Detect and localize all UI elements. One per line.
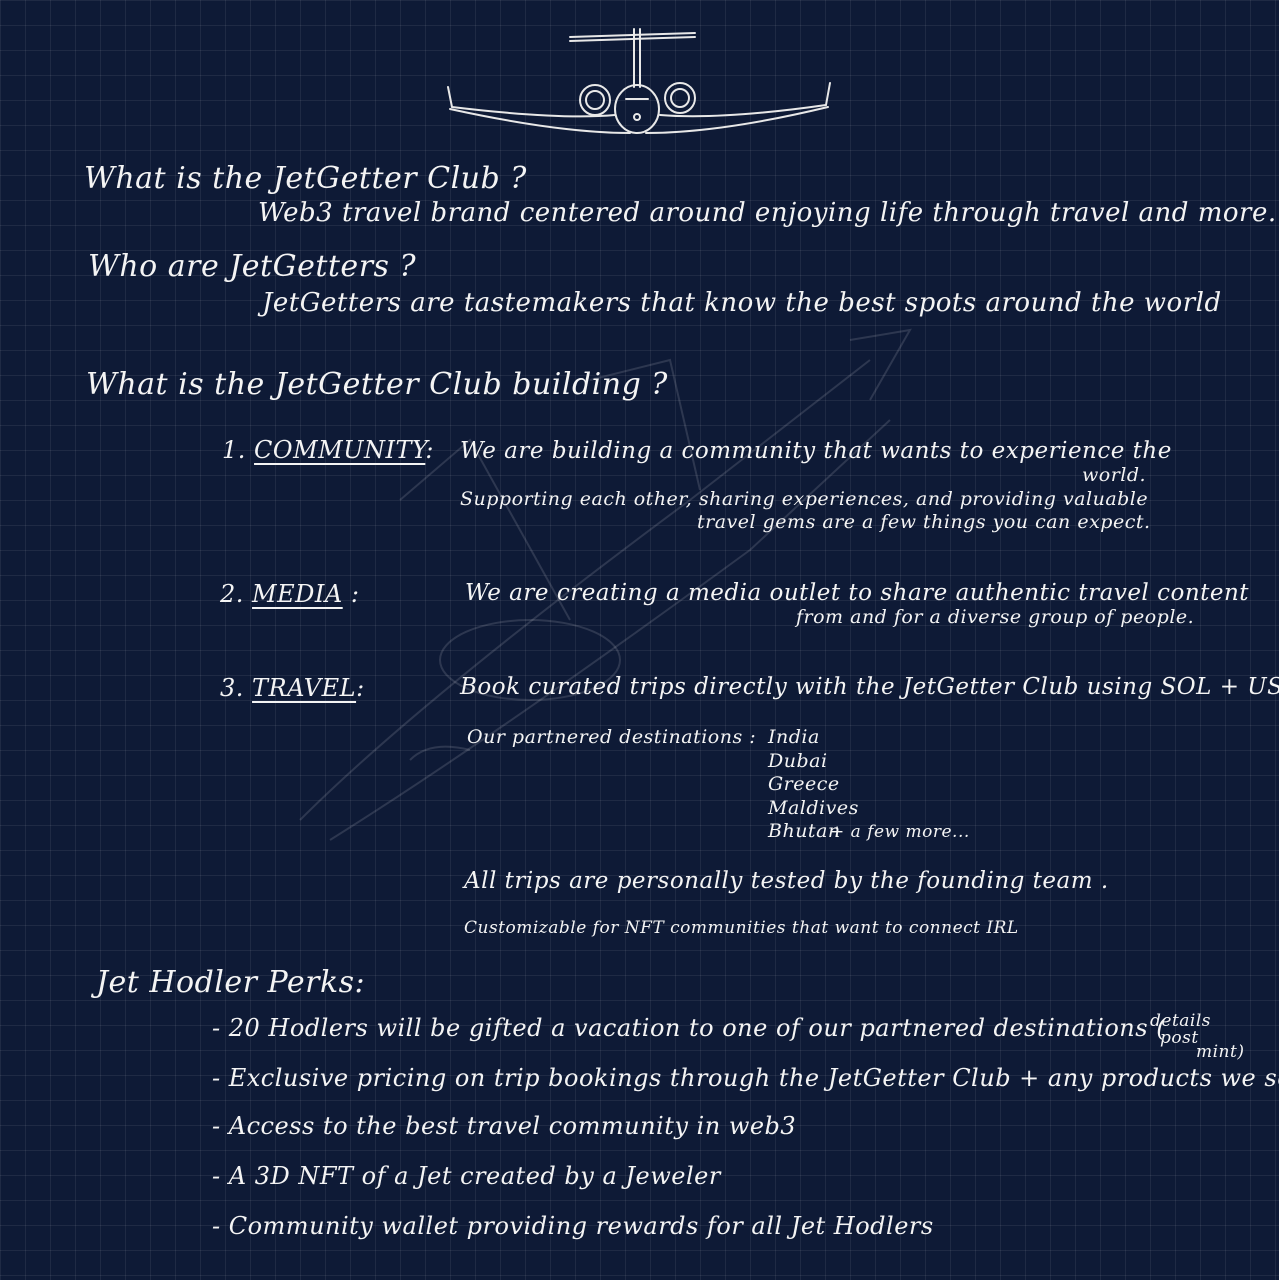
media-colon: : bbox=[350, 580, 360, 608]
community-colon: : bbox=[425, 436, 434, 464]
media-line-1: We are creating a media outlet to share … bbox=[465, 580, 1250, 606]
community-title: COMMUNITY bbox=[254, 436, 426, 464]
answer-who-are-jetgetters: JetGetters are tastemakers that know the… bbox=[262, 288, 1222, 318]
perk-item: - 20 Hodlers will be gifted a vacation t… bbox=[212, 1014, 1167, 1042]
perk-item: - Access to the best travel community in… bbox=[212, 1112, 797, 1140]
travel-tested-note: All trips are personally tested by the f… bbox=[464, 868, 1109, 894]
travel-number: 3. bbox=[220, 674, 244, 702]
destination-maldives: Maldives bbox=[768, 797, 859, 819]
destination-india: India bbox=[768, 726, 820, 748]
question-what-is-club-building: What is the JetGetter Club building ? bbox=[86, 367, 668, 402]
perk-item: - A 3D NFT of a Jet created by a Jeweler bbox=[212, 1162, 721, 1190]
travel-colon: : bbox=[356, 674, 365, 702]
perk-item: - Community wallet providing rewards for… bbox=[212, 1212, 934, 1240]
jet-front-sketch bbox=[447, 28, 831, 134]
community-line-1: We are building a community that wants t… bbox=[460, 438, 1172, 464]
community-label: 1. COMMUNITY: bbox=[222, 438, 434, 462]
media-title: MEDIA bbox=[252, 580, 343, 608]
travel-line-1: Book curated trips directly with the Jet… bbox=[460, 674, 1279, 700]
community-line-1b: world. bbox=[1082, 464, 1147, 486]
destination-more: + a few more... bbox=[830, 822, 970, 842]
travel-customizable-note: Customizable for NFT communities that wa… bbox=[464, 918, 1019, 938]
media-number: 2. bbox=[220, 580, 244, 608]
media-line-2: from and for a diverse group of people. bbox=[796, 606, 1195, 628]
perk-note-post: post bbox=[1160, 1028, 1199, 1048]
community-line-3: travel gems are a few things you can exp… bbox=[697, 511, 1151, 533]
destination-greece: Greece bbox=[768, 773, 840, 795]
question-who-are-jetgetters: Who are JetGetters ? bbox=[88, 249, 417, 284]
travel-label: 3. TRAVEL: bbox=[220, 676, 365, 700]
destination-dubai: Dubai bbox=[768, 750, 828, 772]
question-what-is-club: What is the JetGetter Club ? bbox=[84, 161, 527, 196]
destinations-label: Our partnered destinations : bbox=[467, 726, 757, 748]
community-number: 1. bbox=[222, 436, 246, 464]
community-line-2: Supporting each other, sharing experienc… bbox=[460, 488, 1149, 510]
perk-note-mint: mint) bbox=[1196, 1042, 1245, 1062]
answer-what-is-club: Web3 travel brand centered around enjoyi… bbox=[258, 198, 1279, 228]
perks-title: Jet Hodler Perks: bbox=[96, 965, 366, 1000]
travel-title: TRAVEL bbox=[252, 674, 357, 702]
perk-item: - Exclusive pricing on trip bookings thr… bbox=[212, 1064, 1279, 1092]
media-label: 2. MEDIA : bbox=[220, 582, 359, 606]
